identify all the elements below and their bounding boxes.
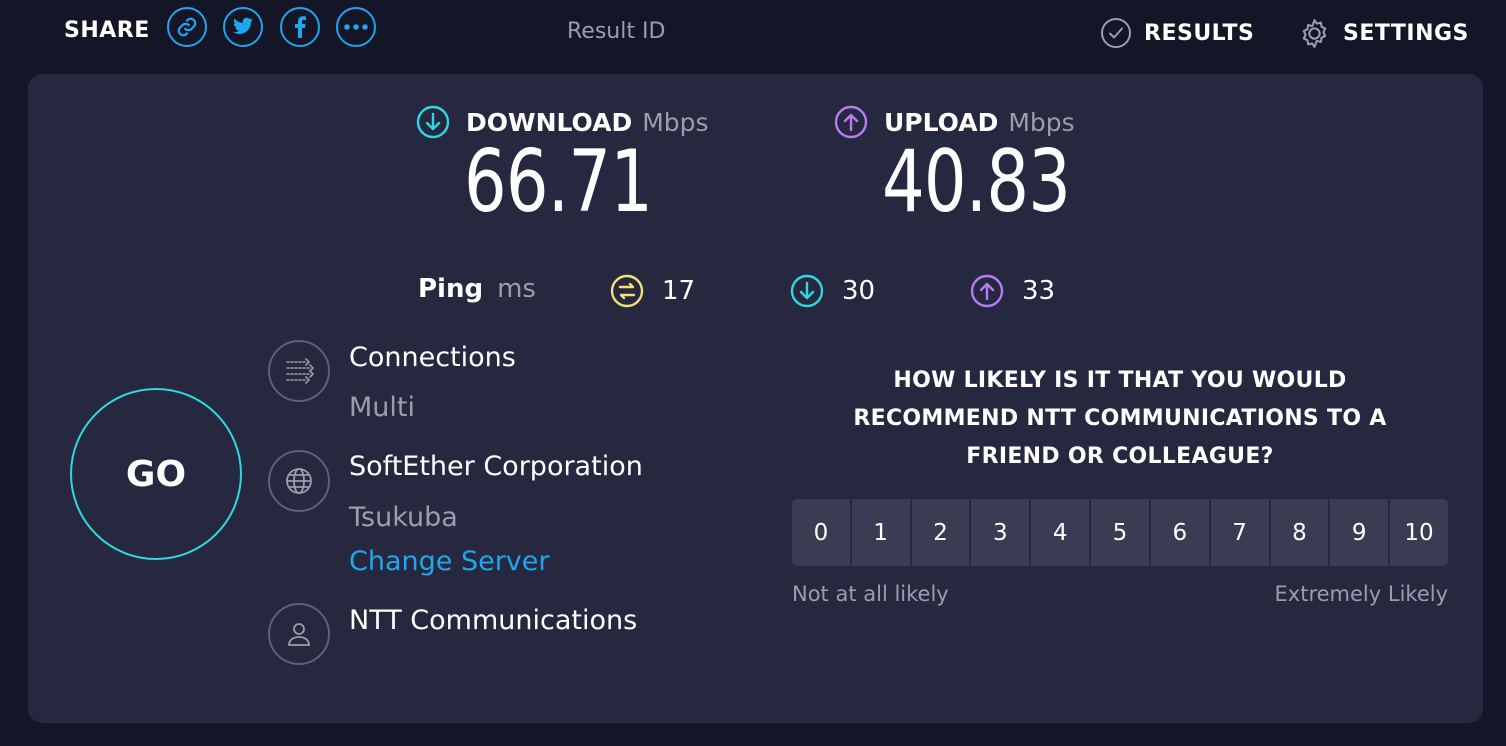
connections-title: Connections: [349, 342, 516, 373]
survey-question-line: RECOMMEND NTT COMMUNICATIONS TO A: [853, 406, 1387, 431]
ping-download: 30: [790, 274, 875, 308]
server-name: SoftEther Corporation: [349, 451, 643, 482]
idle-latency-icon: [610, 274, 644, 308]
ping-label: Ping: [418, 274, 484, 304]
server-info: [268, 450, 330, 512]
ping-unit: ms: [497, 274, 536, 304]
more-icon: [344, 24, 368, 30]
rating-scale: 0 1 2 3 4 5 6 7 8 9 10: [792, 499, 1448, 566]
link-icon: [177, 17, 197, 37]
upload-latency-icon: [970, 274, 1004, 308]
results-label: RESULTS: [1144, 20, 1255, 46]
ping-row: Ping ms 17 30 33: [418, 274, 1118, 310]
share-facebook-button[interactable]: [280, 7, 320, 47]
ping-download-value: 30: [842, 276, 876, 306]
go-button[interactable]: GO: [70, 388, 242, 560]
rating-button-8[interactable]: 8: [1270, 499, 1329, 566]
provider-info: [268, 603, 330, 665]
scale-low-label: Not at all likely: [792, 582, 949, 606]
result-id-link[interactable]: Result ID: [567, 19, 665, 44]
download-unit: Mbps: [642, 107, 709, 137]
provider-name: NTT Communications: [349, 605, 638, 636]
rating-button-6[interactable]: 6: [1150, 499, 1209, 566]
gear-icon: [1302, 19, 1327, 48]
results-nav[interactable]: RESULTS: [1100, 17, 1254, 49]
facebook-icon: [295, 16, 306, 38]
scale-high-label: Extremely Likely: [1274, 582, 1448, 606]
share-label: SHARE: [64, 18, 150, 43]
ping-idle-value: 17: [662, 276, 696, 306]
rating-button-1[interactable]: 1: [851, 499, 910, 566]
globe-icon: [286, 468, 312, 494]
check-circle-icon: [1101, 18, 1131, 48]
ping-label-group: Ping ms: [418, 274, 536, 304]
rating-button-2[interactable]: 2: [911, 499, 970, 566]
rating-button-9[interactable]: 9: [1330, 499, 1389, 566]
rating-button-4[interactable]: 4: [1031, 499, 1090, 566]
user-icon: [288, 623, 310, 646]
survey-question: HOW LIKELY IS IT THAT YOU WOULD RECOMMEN…: [792, 362, 1448, 476]
download-arrow-icon: [416, 105, 450, 139]
multi-connection-icon: [286, 358, 314, 384]
download-speed-value: 66.71: [464, 132, 653, 232]
change-server-link[interactable]: Change Server: [349, 546, 550, 577]
upload-speed-value: 40.83: [882, 132, 1071, 232]
settings-label: SETTINGS: [1343, 21, 1469, 46]
connections-toggle[interactable]: [268, 340, 330, 402]
ping-idle: 17: [610, 274, 695, 308]
rating-button-0[interactable]: 0: [792, 499, 850, 566]
share-link-button[interactable]: [167, 7, 207, 47]
upload-arrow-icon: [834, 105, 868, 139]
survey-question-line: FRIEND OR COLLEAGUE?: [966, 444, 1274, 469]
share-more-button[interactable]: [336, 7, 376, 47]
connections-mode: Multi: [349, 392, 415, 423]
ping-upload-value: 33: [1022, 276, 1056, 306]
result-panel: DOWNLOAD Mbps 66.71 UPLOAD Mbps 40.83 Pi…: [28, 74, 1483, 723]
twitter-icon: [233, 17, 253, 35]
rating-button-10[interactable]: 10: [1390, 499, 1448, 566]
rating-button-5[interactable]: 5: [1091, 499, 1149, 566]
server-location: Tsukuba: [349, 502, 458, 533]
settings-nav[interactable]: SETTINGS: [1298, 17, 1469, 50]
ping-upload: 33: [970, 274, 1055, 308]
survey-question-line: HOW LIKELY IS IT THAT YOU WOULD: [893, 368, 1347, 393]
top-bar: SHARE Result ID RESULTS SETTINGS: [0, 0, 1506, 68]
rating-button-7[interactable]: 7: [1210, 499, 1269, 566]
download-latency-icon: [790, 274, 824, 308]
rating-button-3[interactable]: 3: [971, 499, 1030, 566]
share-twitter-button[interactable]: [223, 7, 263, 47]
